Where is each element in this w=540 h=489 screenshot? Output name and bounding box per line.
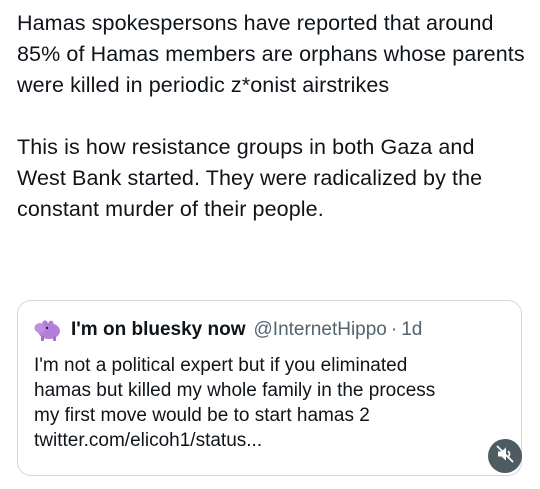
quoted-display-name[interactable]: I'm on bluesky now — [71, 319, 246, 341]
quoted-link[interactable]: twitter.com/elicoh1/status... — [34, 428, 504, 453]
quoted-post-header: I'm on bluesky now @InternetHippo · 1d — [34, 317, 422, 343]
quoted-text-line: I'm not a political expert but if you el… — [34, 355, 408, 376]
hippo-avatar-icon[interactable] — [34, 318, 62, 342]
quoted-text-line: hamas but killed my whole family in the … — [34, 380, 436, 401]
quoted-timestamp[interactable]: 1d — [401, 319, 422, 341]
speaker-muted-icon — [495, 444, 515, 469]
post-body: Hamas spokespersons have reported that a… — [17, 8, 527, 225]
quoted-text-line: my first move would be to start hamas 2 — [34, 405, 370, 426]
quoted-post-text: I'm not a political expert but if you el… — [34, 353, 504, 453]
mute-button[interactable] — [488, 439, 522, 473]
post-paragraph-2: This is how resistance groups in both Ga… — [17, 135, 483, 221]
quoted-handle[interactable]: @InternetHippo — [254, 319, 387, 341]
quoted-post-card[interactable]: I'm on bluesky now @InternetHippo · 1d I… — [17, 300, 522, 476]
separator-dot: · — [390, 319, 398, 340]
post-paragraph-1: Hamas spokespersons have reported that a… — [17, 11, 525, 97]
